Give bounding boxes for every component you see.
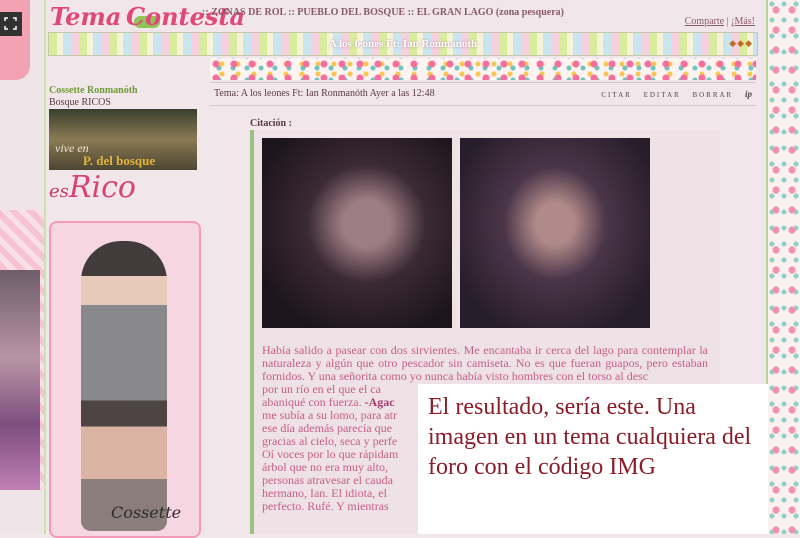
topic-nav-arrows-icon[interactable]: ◆◆◆ — [729, 38, 753, 49]
post-image-right[interactable] — [460, 138, 650, 328]
rico-word: Rico — [68, 170, 136, 205]
rico-prefix: es — [49, 181, 69, 202]
left-decorative-strip — [0, 0, 44, 534]
story-line: Había salido a pasear con dos sirvientes… — [262, 343, 708, 383]
story-line: gracias al cielo, seca y perfe — [262, 434, 398, 448]
fullscreen-button[interactable] — [0, 12, 22, 36]
caption-overlay: El resultado, sería este. Una imagen en … — [418, 384, 768, 534]
edit-button[interactable]: EDITAR — [644, 91, 681, 99]
story-line: árbol que no era muy alto, — [262, 460, 388, 474]
user-rank-banner: vive en P. del bosque — [49, 109, 197, 170]
post-author-rank: Bosque RICOS — [49, 97, 111, 108]
floral-banner — [210, 58, 756, 80]
avatar-signature: Cossette — [111, 503, 182, 522]
story-dialogue: -Agac — [364, 395, 395, 409]
share-link[interactable]: Comparte — [685, 16, 724, 27]
right-floral-border — [768, 0, 800, 534]
user-rico-badge: esRico — [49, 170, 136, 205]
topic-title: A los leones Ft: Ian Ronmanoth — [328, 38, 478, 50]
breadcrumb-zonas-de-rol[interactable]: :: ZONAS DE ROL — [202, 7, 286, 18]
left-background-photo — [0, 270, 40, 490]
separator: | — [726, 16, 729, 27]
post-meta: Tema: A los leones Ft: Ian Ronmanóth Aye… — [214, 88, 435, 99]
citation-label: Citación : — [250, 118, 292, 129]
avatar-figure — [81, 241, 167, 531]
delete-button[interactable]: BORRAR — [692, 91, 733, 99]
breadcrumb-pueblo-del-bosque[interactable]: :: PUEBLO DEL BOSQUE — [288, 7, 405, 18]
post-actions: CITAR EDITAR BORRAR ip — [593, 89, 752, 99]
story-line: hermano, Ian. El idiota, el — [262, 486, 387, 500]
share-links: Comparte | ¡Más! — [685, 16, 755, 27]
story-line: Oí voces por lo que rápidam — [262, 447, 399, 461]
post-header: Tema: A los leones Ft: Ian Ronmanóth Aye… — [210, 82, 756, 106]
post-image-left[interactable] — [262, 138, 452, 328]
quote-button[interactable]: CITAR — [601, 91, 631, 99]
story-line: personas atravesar el cauda — [262, 473, 393, 487]
breadcrumb-el-gran-lago[interactable]: :: EL GRAN LAGO (zona pesquera) — [408, 7, 564, 18]
expand-icon — [4, 17, 17, 30]
story-line: por un río en el que el ca — [262, 382, 381, 396]
avatar[interactable]: Cossette — [49, 221, 201, 538]
caption-text: El resultado, sería este. Una imagen en … — [428, 394, 752, 480]
ip-button[interactable]: ip — [745, 89, 752, 99]
logo-word-tema: Tema — [50, 2, 122, 31]
banner-text-pueblo: P. del bosque — [83, 153, 156, 168]
breadcrumb: :: ZONAS DE ROL :: PUEBLO DEL BOSQUE :: … — [202, 7, 564, 18]
story-line: me subía a su lomo, para atr — [262, 408, 397, 422]
topic-title-bar: A los leones Ft: Ian Ronmanoth ◆◆◆ — [48, 32, 758, 56]
story-line: ese día además parecía que — [262, 421, 392, 435]
story-line: abaniqué con fuerza. — [262, 395, 362, 409]
post-author-name[interactable]: Cossette Ronmanóth — [49, 85, 138, 96]
story-line: perfecto. Rufé. Y mientras — [262, 499, 389, 513]
more-link[interactable]: ¡Más! — [731, 16, 755, 27]
left-divider — [44, 0, 46, 534]
